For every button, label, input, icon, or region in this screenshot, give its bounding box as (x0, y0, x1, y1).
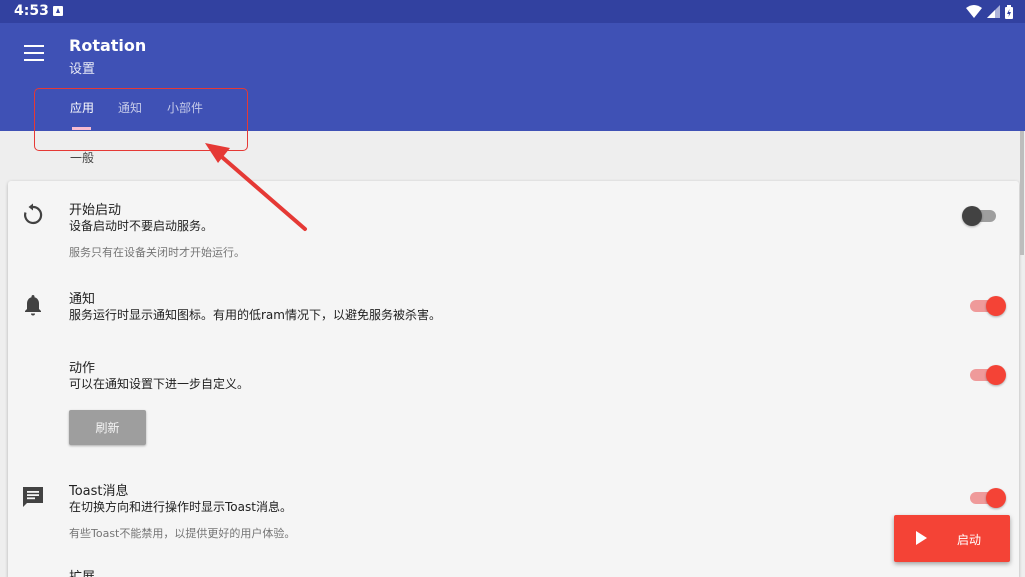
app-subtitle: 设置 (69, 62, 96, 77)
tab-indicator (72, 127, 91, 130)
setting-title-notification: 通知 (69, 292, 96, 307)
app-bar: Rotation 设置 应用 通知 小部件 (0, 23, 1025, 131)
setting-title-boot: 开始启动 (69, 203, 122, 218)
setting-title-actions: 动作 (69, 361, 96, 376)
signal-icon (987, 5, 1000, 18)
message-icon (23, 487, 43, 507)
setting-summary-actions: 可以在通知设置下进一步自定义。 (69, 377, 250, 391)
setting-note-toast: 有些Toast不能禁用，以提供更好的用户体验。 (69, 527, 296, 540)
status-indicators (966, 4, 1013, 19)
battery-icon (1005, 4, 1013, 19)
tab-widget[interactable]: 小部件 (167, 99, 203, 116)
wifi-icon (966, 5, 982, 18)
setting-summary-toast: 在切换方向和进行操作时显示Toast消息。 (69, 500, 292, 514)
bell-icon (25, 295, 41, 316)
menu-icon[interactable] (24, 45, 44, 61)
play-icon (916, 531, 927, 545)
setting-title-next: 扩展 (69, 566, 95, 577)
notification-switch[interactable] (968, 294, 1006, 316)
setting-title-toast: Toast消息 (69, 484, 129, 499)
toast-switch[interactable] (968, 486, 1006, 508)
section-header: 一般 (70, 151, 95, 165)
app-title: Rotation (69, 36, 147, 55)
app-screen: 4:53 Rotation 设置 应用 通知 小部件 一般 开始启动 设备启动时… (0, 0, 1025, 577)
notification-icon (53, 6, 63, 16)
setting-note-boot: 服务只有在设备关闭时才开始运行。 (69, 246, 245, 259)
tab-notification[interactable]: 通知 (118, 99, 142, 116)
boot-switch[interactable] (962, 204, 1000, 226)
start-service-button[interactable]: 启动 (894, 515, 1010, 562)
status-time: 4:53 (14, 3, 49, 19)
actions-switch[interactable] (968, 363, 1006, 385)
scrollbar[interactable] (1020, 131, 1024, 255)
start-service-label: 启动 (957, 533, 982, 547)
setting-summary-boot: 设备启动时不要启动服务。 (69, 219, 214, 233)
status-bar: 4:53 (0, 0, 1025, 23)
setting-summary-notification: 服务运行时显示通知图标。有用的低ram情况下，以避免服务被杀害。 (69, 308, 441, 322)
tab-app[interactable]: 应用 (70, 99, 94, 116)
refresh-button[interactable]: 刷新 (69, 410, 146, 445)
restore-icon (24, 203, 43, 225)
